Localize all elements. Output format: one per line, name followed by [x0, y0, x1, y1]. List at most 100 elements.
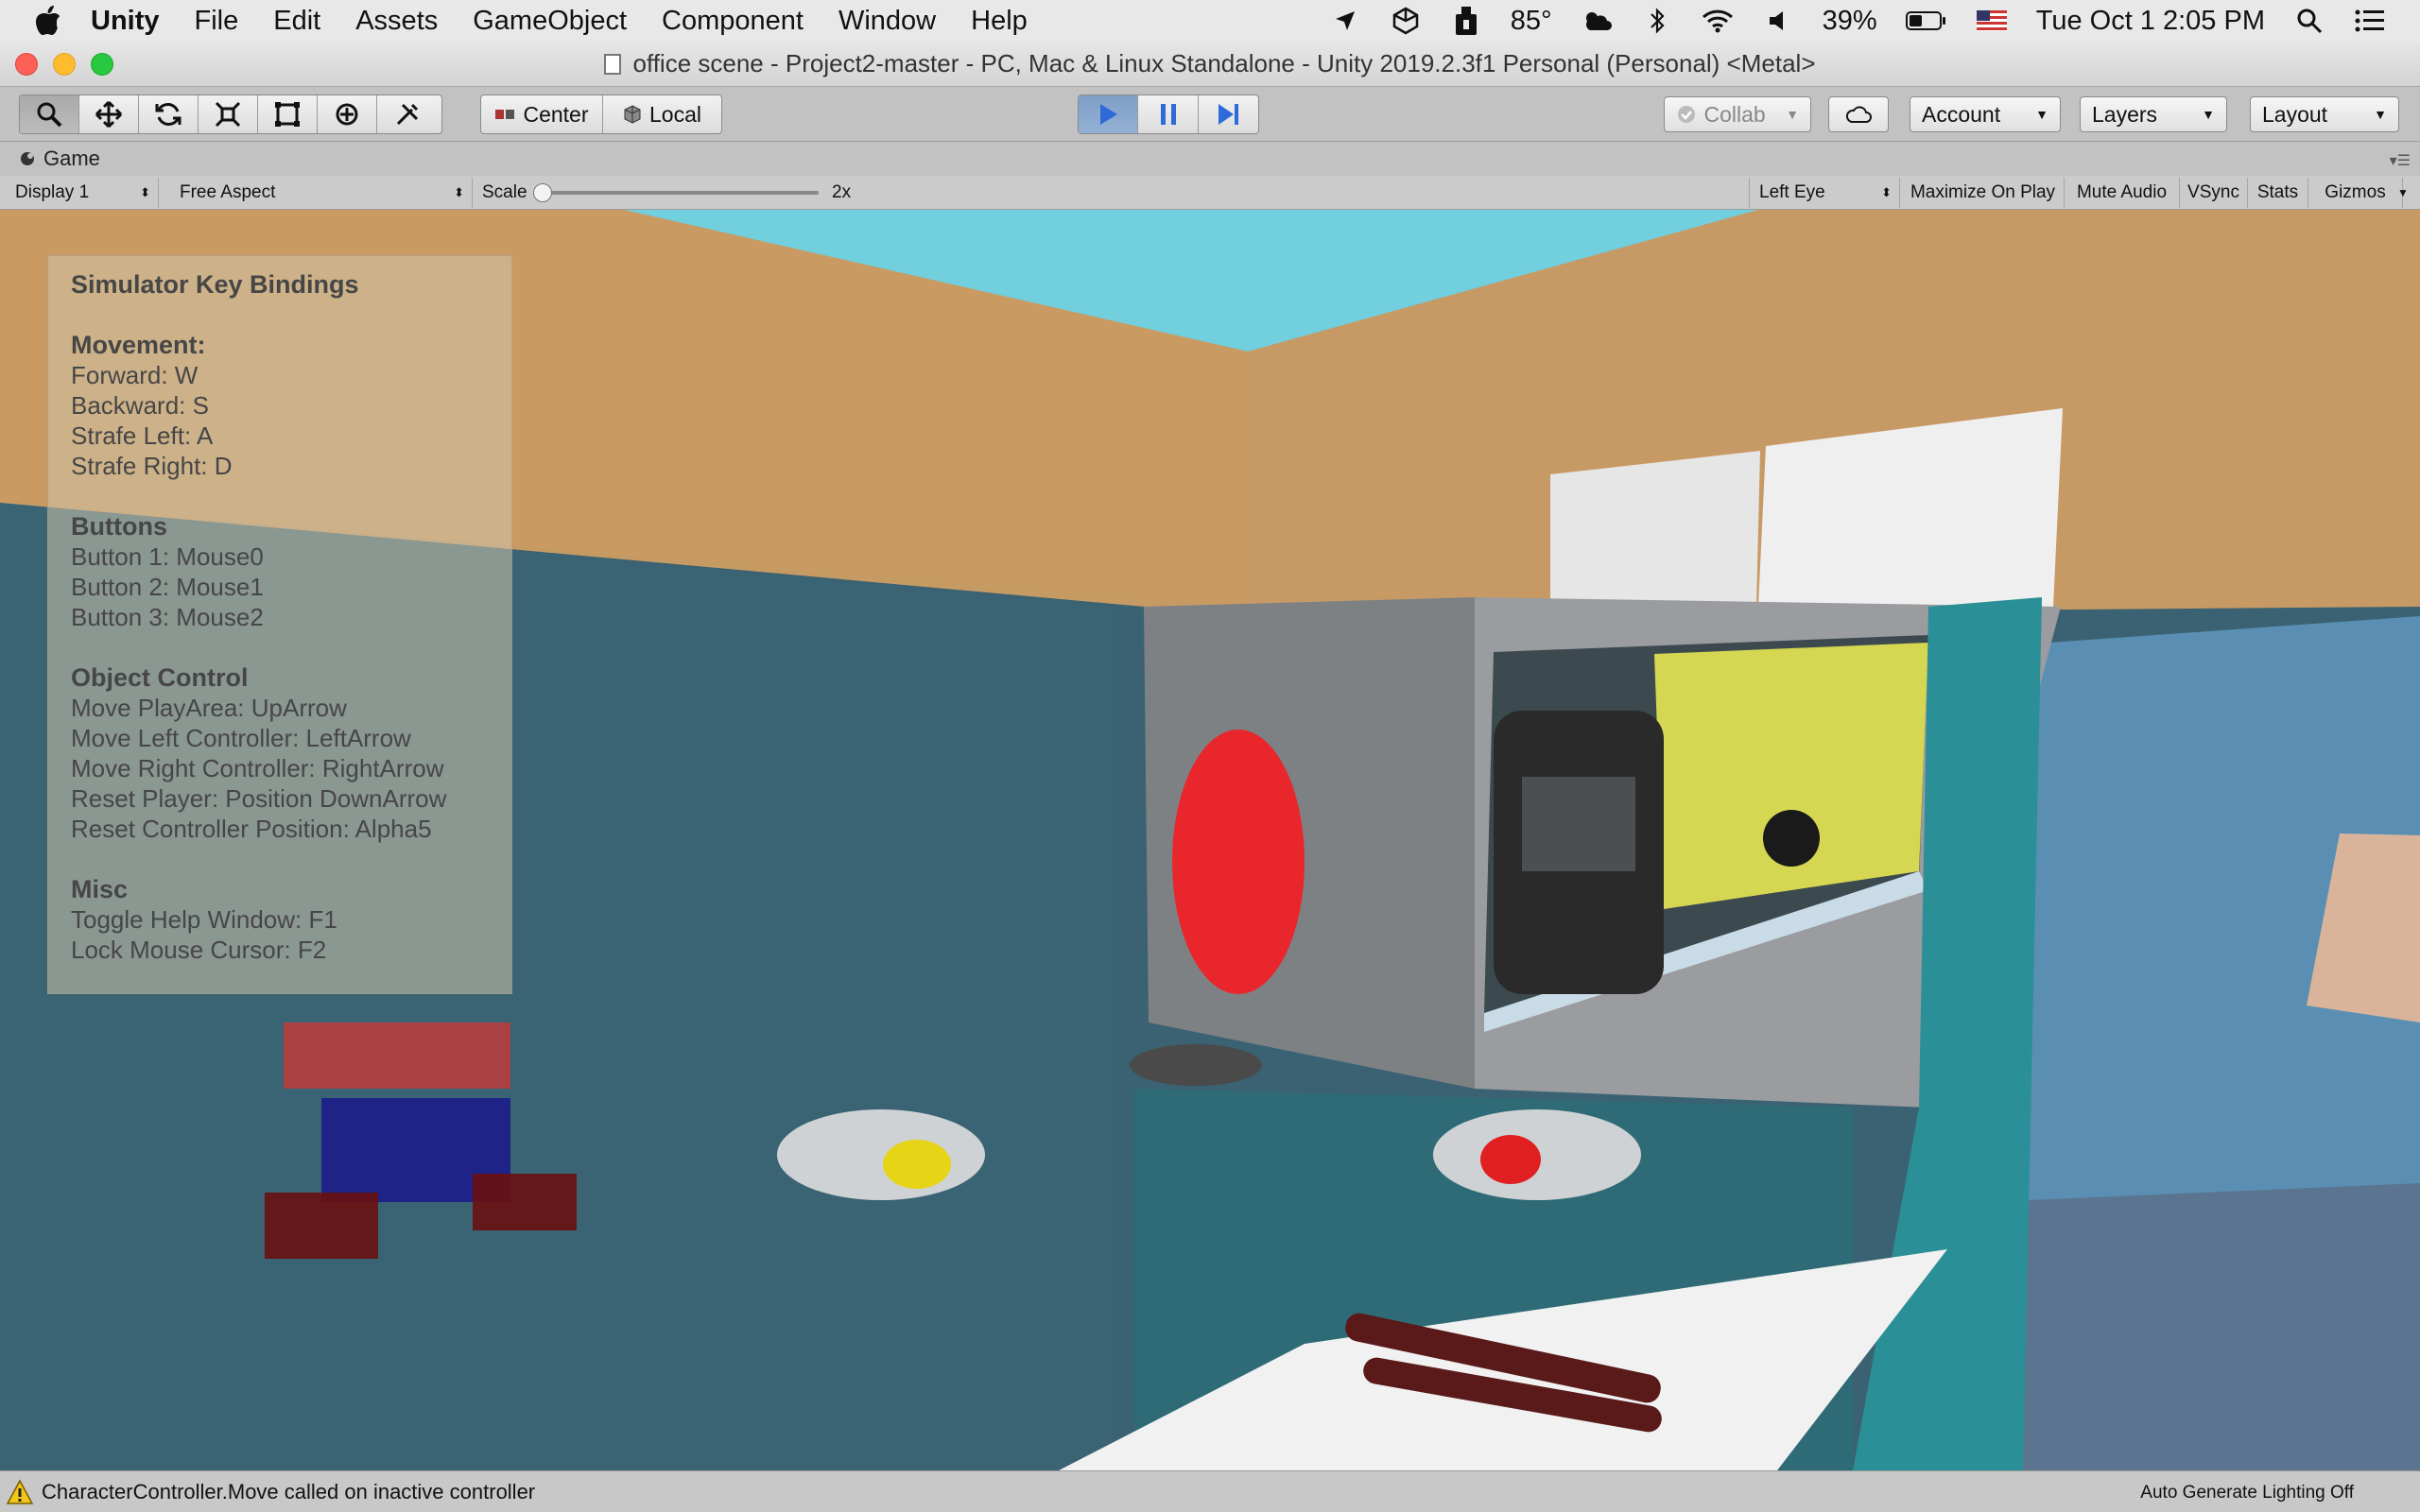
notification-center-icon[interactable]	[2354, 5, 2386, 37]
layout-label: Layout	[2262, 101, 2328, 127]
scale-tool-icon[interactable]	[199, 95, 258, 133]
apple-menu-icon[interactable]	[34, 5, 91, 37]
help-line: Button 3: Mouse2	[71, 603, 264, 631]
help-line: Forward: W	[71, 361, 199, 389]
hand-tool-icon[interactable]	[20, 95, 79, 133]
status-message: CharacterController.Move called on inact…	[42, 1479, 536, 1503]
game-viewport[interactable]: Simulator Key Bindings Movement: Forward…	[0, 210, 2420, 1470]
console-status-bar[interactable]: CharacterController.Move called on inact…	[0, 1470, 2420, 1512]
unity-logo-icon[interactable]	[1390, 5, 1422, 37]
chevron-down-icon: ▼	[2374, 107, 2387, 122]
spotlight-search-icon[interactable]	[2293, 5, 2325, 37]
playback-controls	[1078, 94, 1259, 134]
battery-percent: 39%	[1822, 5, 1877, 36]
help-line: Strafe Right: D	[71, 452, 233, 480]
collab-label: Collab	[1703, 101, 1766, 127]
scale-label-wrap: Scale	[473, 178, 529, 208]
display-dropdown[interactable]: Display 1 ⬍	[6, 178, 159, 208]
menu-app-name[interactable]: Unity	[91, 6, 160, 37]
bluetooth-icon[interactable]	[1641, 5, 1673, 37]
step-icon	[1219, 104, 1239, 125]
vsync-label: VSync	[2187, 182, 2239, 202]
window-close-button[interactable]	[15, 53, 38, 76]
help-line: Lock Mouse Cursor: F2	[71, 936, 327, 964]
upload-icon[interactable]	[1450, 5, 1482, 37]
space-label: Local	[649, 101, 701, 127]
account-label: Account	[1922, 101, 2001, 127]
help-section-heading: Object Control	[71, 663, 249, 692]
cloud-icon	[1845, 106, 1872, 123]
updown-arrow-icon: ⬍	[140, 185, 150, 199]
menu-component[interactable]: Component	[662, 6, 804, 37]
location-arrow-icon[interactable]	[1329, 5, 1361, 37]
menu-edit[interactable]: Edit	[273, 6, 320, 37]
wifi-icon[interactable]	[1702, 5, 1734, 37]
menu-assets[interactable]: Assets	[355, 6, 438, 37]
menu-help[interactable]: Help	[971, 6, 1028, 37]
menu-file[interactable]: File	[195, 6, 239, 37]
lighting-status[interactable]: Auto Generate Lighting Off	[2140, 1483, 2354, 1503]
scale-slider-thumb[interactable]	[533, 183, 552, 202]
us-flag-icon[interactable]	[1976, 5, 2008, 37]
account-dropdown[interactable]: Account ▼	[1910, 96, 2061, 132]
simulator-key-bindings-panel: Simulator Key Bindings Movement: Forward…	[47, 255, 512, 994]
layout-dropdown[interactable]: Layout ▼	[2250, 96, 2399, 132]
help-line: Button 2: Mouse1	[71, 573, 264, 601]
vsync-toggle[interactable]: VSync	[2180, 178, 2248, 208]
cloud-button[interactable]	[1828, 96, 1889, 132]
chevron-down-icon: ▼	[1786, 107, 1799, 122]
mute-audio-label: Mute Audio	[2076, 182, 2168, 202]
gizmos-toggle[interactable]: Gizmos	[2308, 178, 2403, 208]
menu-window[interactable]: Window	[838, 6, 936, 37]
rect-tool-icon[interactable]	[258, 95, 318, 133]
play-button[interactable]	[1079, 95, 1139, 133]
window-title-bar: office scene - Project2-master - PC, Mac…	[0, 42, 2420, 87]
document-proxy-icon[interactable]	[604, 53, 622, 75]
pivot-center-button[interactable]: Center	[481, 95, 603, 133]
layers-dropdown[interactable]: Layers ▼	[2080, 96, 2227, 132]
chevron-down-icon: ▼	[2035, 107, 2048, 122]
game-view-tab[interactable]: Game ▾☰	[0, 142, 2420, 176]
cube-icon	[624, 105, 641, 124]
window-minimize-button[interactable]	[53, 53, 76, 76]
warning-icon	[6, 1478, 34, 1504]
help-line: Reset Player: Position DownArrow	[71, 784, 447, 813]
maximize-on-play-toggle[interactable]: Maximize On Play	[1902, 178, 2065, 208]
scale-value: 2x	[832, 182, 852, 202]
scale-slider-track[interactable]	[537, 191, 819, 195]
scale-value-wrap: 2x	[822, 178, 879, 208]
gizmos-label: Gizmos	[2325, 182, 2386, 202]
unity-toolbar: Center Local Collab ▼ Account ▼ Layers ▼…	[0, 87, 2420, 142]
help-line: Reset Controller Position: Alpha5	[71, 815, 432, 843]
help-line: Button 1: Mouse0	[71, 542, 264, 571]
clock[interactable]: Tue Oct 1 2:05 PM	[2036, 6, 2265, 37]
volume-icon[interactable]	[1762, 5, 1794, 37]
space-local-button[interactable]: Local	[603, 95, 721, 133]
weather-icon[interactable]	[1581, 5, 1613, 37]
panel-menu-icon[interactable]: ▾☰	[2390, 151, 2411, 170]
menu-gameobject[interactable]: GameObject	[473, 6, 627, 37]
custom-tool-icon[interactable]	[377, 95, 437, 133]
macos-menu-bar: Unity File Edit Assets GameObject Compon…	[0, 0, 2420, 42]
updown-arrow-icon: ⬍	[1881, 185, 1892, 199]
transform-tool-icon[interactable]	[318, 95, 377, 133]
layers-label: Layers	[2092, 101, 2158, 127]
eye-label: Left Eye	[1759, 182, 1825, 202]
help-section-heading: Misc	[71, 875, 129, 903]
window-zoom-button[interactable]	[91, 53, 113, 76]
rotate-tool-icon[interactable]	[139, 95, 199, 133]
help-line: Move Right Controller: RightArrow	[71, 754, 444, 782]
aspect-dropdown[interactable]: Free Aspect ⬍	[170, 178, 473, 208]
eye-dropdown[interactable]: Left Eye ⬍	[1749, 178, 1900, 208]
gizmos-dropdown-icon[interactable]: ▼	[2390, 178, 2416, 208]
stats-toggle[interactable]: Stats	[2248, 178, 2308, 208]
move-tool-icon[interactable]	[79, 95, 139, 133]
help-line: Move Left Controller: LeftArrow	[71, 724, 411, 752]
pause-button[interactable]	[1138, 95, 1199, 133]
battery-icon[interactable]	[1905, 5, 1947, 37]
play-icon	[1100, 104, 1118, 125]
mute-audio-toggle[interactable]: Mute Audio	[2065, 178, 2180, 208]
step-button[interactable]	[1199, 95, 1258, 133]
collab-dropdown[interactable]: Collab ▼	[1664, 96, 1811, 132]
help-line: Toggle Help Window: F1	[71, 905, 337, 934]
